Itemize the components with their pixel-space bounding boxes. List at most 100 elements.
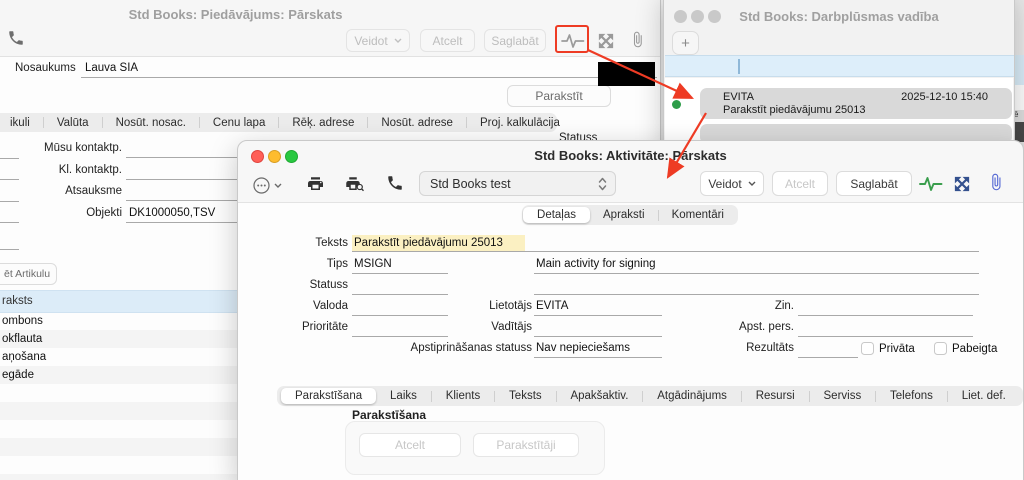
zin-field[interactable] [798,315,973,316]
tab-liet-def[interactable]: Liet. def. [949,390,1019,402]
print-preview-icon[interactable] [344,175,365,193]
activity-create-button[interactable]: Veidot [700,171,764,196]
private-label: Privāta [879,343,915,355]
tab-serviss[interactable]: Serviss [811,390,875,402]
status-description-field[interactable] [534,294,979,295]
zin-label: Zin. [774,300,794,312]
offer-stub-field[interactable] [0,249,19,250]
offer-tab-artikuli[interactable]: ikuli [0,117,43,129]
workflow-card-timestamp: 2025-12-10 15:40 [901,91,988,103]
offer-client-contact-label: Kl. kontaktp. [58,164,122,176]
offer-name-value: Lauva SIA [85,62,139,74]
language-label: Valoda [313,300,348,312]
more-options-icon[interactable] [253,177,282,194]
text-cursor [738,59,740,74]
type-value: MSIGN [354,258,392,270]
activity-pulse-icon[interactable] [919,176,943,192]
completed-label: Pabeigta [952,343,998,355]
offer-stub-field[interactable] [0,222,19,223]
status-field[interactable] [352,294,448,295]
signing-cancel-button[interactable]: Atcelt [359,433,461,457]
tab-apaksaktiv[interactable]: Apakšaktiv. [557,390,641,402]
text-field[interactable] [352,251,979,252]
offer-tab-valuta[interactable]: Valūta [44,117,102,129]
offer-tab-nosut-nosac[interactable]: Nosūt. nosac. [103,117,199,129]
tab-telefons[interactable]: Telefons [877,390,946,402]
offer-objects-value: DK1000050,TSV [129,207,216,219]
tab-separator [740,390,742,402]
tab-resursi[interactable]: Resursi [743,390,808,402]
print-icon[interactable] [306,175,325,193]
offer-name-field[interactable] [81,77,657,78]
tab-atgadinajums[interactable]: Atgādinājums [644,390,740,402]
activity-tab-bar: Detaļas Apraksti Komentāri [522,205,738,225]
result-field[interactable] [798,357,858,358]
tab-klients[interactable]: Klients [433,390,494,402]
status-label: Statuss [309,279,348,291]
activity-save-button[interactable]: Saglabāt [836,171,912,196]
expand-icon[interactable] [953,175,971,193]
workflow-filter-bar[interactable] [665,55,1014,77]
workflow-add-button[interactable]: + [672,31,699,55]
list-item[interactable]: egāde [2,369,34,381]
offer-tab-proj-kalkulacija[interactable]: Proj. kalkulācija [467,117,573,129]
offer-save-button[interactable]: Saglabāt [484,29,546,52]
list-item[interactable]: ombons [2,315,43,327]
tab-separator [642,390,644,402]
offer-stub-field[interactable] [0,179,19,180]
approval-status-field[interactable] [534,357,662,358]
activity-bottom-tab-bar: Parakstīšana Laiks Klients Teksts Apakša… [277,386,1023,406]
tab-teksts[interactable]: Teksts [496,390,555,402]
offer-tab-cenu-lapa[interactable]: Cenu lapa [200,117,278,129]
tab-separator [875,390,877,402]
workflow-status-dot [672,100,681,109]
phone-icon[interactable] [386,174,404,192]
user-label: Lietotājs [489,300,532,312]
screen: ē Std Books: Piedāvājums: Pārskats Veido… [0,0,1024,480]
type-description-field[interactable] [534,273,979,274]
paperclip-icon[interactable] [987,173,1005,191]
tab-detalas[interactable]: Detaļas [523,207,591,223]
company-selector[interactable]: Std Books test [419,171,616,196]
type-field[interactable] [352,273,448,274]
approval-status-value: Nav nepieciešams [536,342,630,354]
tab-parakstisana[interactable]: Parakstīšana [281,388,377,404]
offer-objects-label: Objekti [86,207,122,219]
tab-separator [808,390,810,402]
paperclip-icon[interactable] [629,31,646,48]
workflow-card-user: EVITA [723,91,754,103]
type-label: Tips [326,258,348,270]
offer-create-label: Veidot [354,33,388,48]
list-item[interactable]: aņošana [2,351,46,363]
approver-field[interactable] [798,336,973,337]
tab-separator [494,390,496,402]
workflow-card[interactable]: EVITA 2025-12-10 15:40 Parakstīt piedāvā… [700,88,1012,119]
activity-pulse-icon[interactable] [561,33,585,49]
redaction-box [598,62,655,86]
expand-icon[interactable] [597,32,615,50]
manager-label: Vadītājs [491,321,532,333]
add-item-button[interactable]: ēt Artikulu [0,263,57,285]
offer-stub-field[interactable] [0,201,19,202]
priority-field[interactable] [352,336,448,337]
completed-checkbox[interactable] [934,342,947,355]
offer-cancel-button[interactable]: Atcelt [420,29,475,52]
list-item[interactable]: okflauta [2,333,42,345]
offer-sign-button[interactable]: Parakstīt [507,85,611,107]
phone-icon[interactable] [7,29,25,47]
signing-heading: Parakstīšana [352,408,427,422]
offer-tab-nosut-adrese[interactable]: Nosūt. adrese [368,117,466,129]
offer-tab-rek-adrese[interactable]: Rēķ. adrese [279,117,367,129]
private-checkbox[interactable] [861,342,874,355]
offer-stub-field[interactable] [0,158,19,159]
offer-create-button[interactable]: Veidot [346,29,410,52]
tab-laiks[interactable]: Laiks [377,390,430,402]
activity-cancel-button[interactable]: Atcelt [772,171,828,196]
tab-komentari[interactable]: Komentāri [659,209,737,221]
signing-signers-button[interactable]: Parakstītāji [473,433,579,457]
offer-window-title: Std Books: Piedāvājums: Pārskats [128,7,343,22]
tab-apraksti[interactable]: Apraksti [590,209,658,221]
manager-field[interactable] [534,336,662,337]
user-field[interactable] [534,315,662,316]
language-field[interactable] [352,315,448,316]
